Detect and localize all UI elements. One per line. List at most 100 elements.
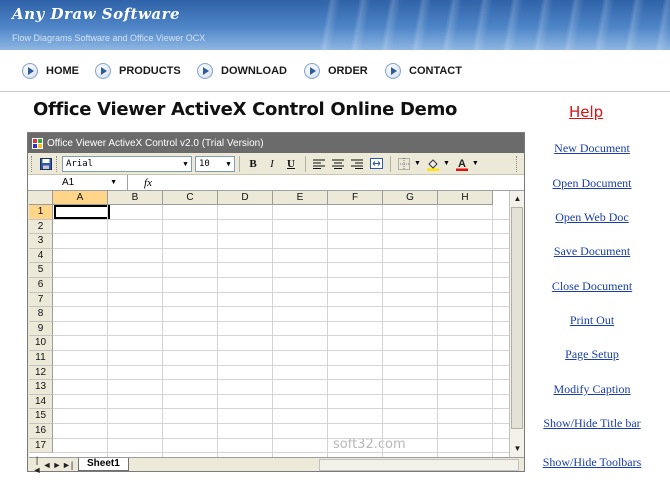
merge-center-icon[interactable] [367, 155, 385, 173]
close-document-link[interactable]: Close Document [532, 279, 652, 294]
font-color-icon[interactable]: A [453, 155, 471, 173]
row-header[interactable]: 11 [29, 351, 53, 366]
toolbar-grip-icon[interactable] [516, 155, 519, 172]
page-title: Office Viewer ActiveX Control Online Dem… [33, 99, 458, 120]
row-header[interactable]: 5 [29, 263, 53, 278]
grid-line [437, 205, 438, 457]
nav-contact[interactable]: CONTACT [385, 63, 462, 79]
row-header[interactable]: 4 [29, 248, 53, 264]
scroll-down-icon[interactable]: ▼ [510, 442, 525, 456]
nav-home[interactable]: HOME [22, 63, 79, 79]
row-header[interactable]: 6 [29, 278, 53, 293]
row-header[interactable]: 13 [29, 380, 53, 395]
select-all-corner[interactable] [29, 191, 53, 205]
grid-line [53, 291, 509, 293]
toggle-toolbars-link[interactable]: Show/Hide Toolbars [532, 455, 652, 470]
align-left-icon[interactable] [310, 155, 328, 173]
row-header[interactable]: 1 [29, 205, 53, 220]
prev-sheet-icon[interactable]: ◄ [42, 460, 52, 470]
row-header[interactable]: 14 [29, 394, 53, 410]
column-header[interactable]: G [383, 191, 438, 205]
chevron-down-icon[interactable]: ▼ [472, 160, 479, 167]
watermark: soft32.com [333, 437, 406, 452]
page-setup-link[interactable]: Page Setup [532, 347, 652, 362]
font-size-value: 10 [199, 158, 210, 169]
arrow-right-icon [22, 63, 38, 79]
font-name-value: Arial [66, 158, 94, 169]
first-sheet-icon[interactable]: |◄ [32, 455, 42, 475]
svg-text:A: A [458, 158, 466, 170]
name-box[interactable]: A1 ▼ [28, 174, 128, 191]
print-out-link[interactable]: Print Out [532, 313, 652, 328]
fill-color-icon[interactable] [424, 155, 442, 173]
grid-line [217, 205, 218, 457]
row-header[interactable]: 3 [29, 234, 53, 249]
chevron-down-icon[interactable]: ▼ [443, 160, 450, 167]
font-name-select[interactable]: Arial ▼ [62, 155, 192, 172]
help-link[interactable]: Help [569, 103, 603, 121]
brand-logo[interactable]: Any Draw Software [12, 5, 180, 23]
sheet-tab-bar: |◄ ◄ ► ►| Sheet1 [29, 455, 524, 475]
toggle-title-bar-link[interactable]: Show/Hide Title bar [532, 416, 652, 431]
row-header[interactable]: 15 [29, 409, 53, 424]
grid-line [53, 262, 509, 264]
sheet-tab-sheet1[interactable]: Sheet1 [78, 458, 129, 471]
bold-button[interactable]: B [244, 155, 262, 173]
arrow-right-icon [197, 63, 213, 79]
align-center-icon[interactable] [329, 155, 347, 173]
row-header[interactable]: 10 [29, 336, 53, 351]
nav-products[interactable]: PRODUCTS [95, 63, 181, 79]
nav-home-label: HOME [46, 65, 79, 77]
save-document-link[interactable]: Save Document [532, 244, 652, 259]
save-icon[interactable] [37, 155, 55, 173]
grid-line [53, 320, 509, 322]
chevron-down-icon: ▼ [110, 179, 117, 186]
header-banner: Any Draw Software Flow Diagrams Software… [0, 0, 670, 50]
nav-order[interactable]: ORDER [304, 63, 368, 79]
open-document-link[interactable]: Open Document [532, 176, 652, 191]
column-header[interactable]: B [108, 191, 163, 205]
align-right-icon[interactable] [348, 155, 366, 173]
nav-download[interactable]: DOWNLOAD [197, 63, 287, 79]
scroll-thumb[interactable] [511, 207, 523, 429]
toolbar-grip-icon[interactable] [56, 155, 59, 172]
spreadsheet-grid[interactable]: soft32.com A B C D E F G H 1 2 3 4 5 6 7 8 9 10 11 12 13 14 15… [29, 191, 509, 457]
scroll-up-icon[interactable]: ▲ [510, 192, 525, 206]
row-header[interactable]: 16 [29, 424, 53, 439]
underline-button[interactable]: U [282, 155, 300, 173]
column-header[interactable]: F [328, 191, 383, 205]
chevron-down-icon[interactable]: ▼ [414, 160, 421, 167]
borders-icon[interactable] [395, 155, 413, 173]
grid-line [162, 205, 163, 457]
grid-line [53, 218, 509, 220]
control-title-bar[interactable]: Office Viewer ActiveX Control v2.0 (Tria… [28, 133, 524, 153]
row-header[interactable]: 17 [29, 438, 53, 454]
formula-input[interactable] [168, 175, 524, 191]
row-header[interactable]: 9 [29, 321, 53, 337]
italic-button[interactable]: I [263, 155, 281, 173]
next-sheet-icon[interactable]: ► [52, 460, 62, 470]
last-sheet-icon[interactable]: ►| [62, 460, 73, 470]
column-header[interactable]: C [163, 191, 218, 205]
chevron-down-icon: ▼ [226, 159, 231, 168]
column-header[interactable]: E [273, 191, 328, 205]
selected-cell[interactable] [54, 205, 110, 219]
column-header[interactable]: D [218, 191, 273, 205]
horizontal-scrollbar[interactable] [319, 459, 519, 471]
nav-products-label: PRODUCTS [119, 65, 181, 77]
font-size-select[interactable]: 10 ▼ [195, 155, 235, 172]
column-header[interactable]: A [53, 191, 108, 205]
row-header[interactable]: 2 [29, 219, 53, 235]
toolbar-separator [305, 155, 306, 172]
row-header[interactable]: 7 [29, 292, 53, 308]
vertical-scrollbar[interactable]: ▲ ▼ [509, 191, 524, 457]
modify-caption-link[interactable]: Modify Caption [532, 382, 652, 397]
column-header[interactable]: H [438, 191, 493, 205]
new-document-link[interactable]: New Document [532, 141, 652, 156]
function-icon[interactable]: fx [128, 177, 168, 189]
open-web-doc-link[interactable]: Open Web Doc [532, 210, 652, 225]
row-header[interactable]: 8 [29, 307, 53, 322]
row-header[interactable]: 12 [29, 365, 53, 381]
toolbar-grip-icon[interactable] [31, 155, 34, 172]
grid-line [272, 205, 273, 457]
